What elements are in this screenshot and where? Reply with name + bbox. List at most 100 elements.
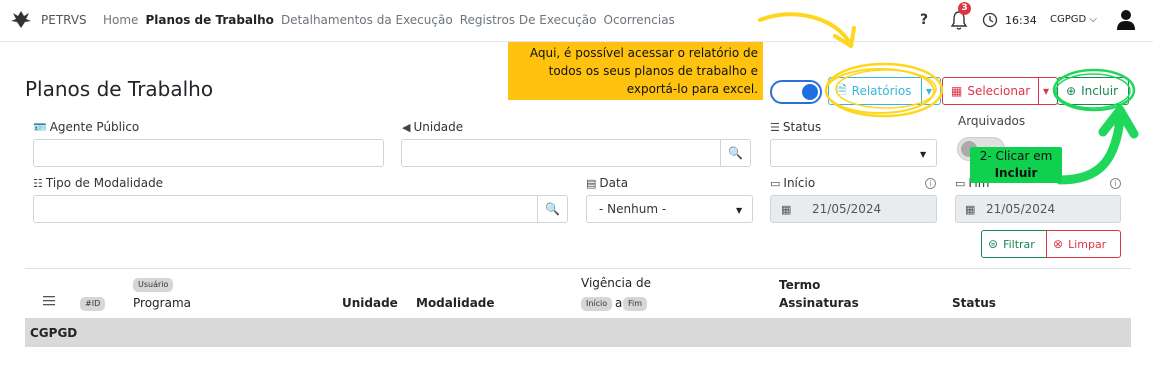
- add-button[interactable]: ⊕ Incluir: [1057, 77, 1129, 105]
- id-badge[interactable]: #ID: [80, 297, 106, 311]
- select-button[interactable]: ▦ Selecionar: [942, 77, 1039, 105]
- clock-icon: [982, 12, 998, 28]
- callout-line-bold: Incluir: [994, 166, 1038, 180]
- callout-line: exportá-lo para excel.: [626, 82, 758, 96]
- unit-label: ◀ Unidade: [402, 120, 463, 134]
- list-icon[interactable]: [43, 296, 55, 306]
- status-select[interactable]: [770, 139, 937, 167]
- callout-line: Aqui, é possível acessar o relatório de: [529, 46, 758, 60]
- column-header-unit[interactable]: Unidade: [342, 296, 398, 310]
- document-icon: 🗎: [837, 82, 847, 97]
- unit-selector[interactable]: CGPGD ⌵: [1050, 14, 1097, 25]
- x-circle-icon: ⊗: [1053, 237, 1064, 251]
- search-icon: 🔍: [728, 146, 743, 160]
- column-header-signatures[interactable]: Assinaturas: [779, 296, 859, 310]
- info-icon[interactable]: i: [1110, 115, 1121, 126]
- nav-item-planos-de-trabalho[interactable]: Planos de Trabalho: [145, 13, 274, 27]
- column-header-term[interactable]: Termo: [779, 278, 820, 292]
- chevron-down-icon: ⌵: [1089, 14, 1097, 25]
- calendar-icon: ▭: [955, 177, 966, 190]
- calendar-icon: ▭: [770, 177, 781, 190]
- agent-label-text: Agente Público: [49, 120, 140, 134]
- status-label-text: Status: [782, 120, 822, 134]
- nav-item-detalhamentos[interactable]: Detalhamentos da Execução: [281, 13, 453, 27]
- agent-input[interactable]: [33, 139, 384, 167]
- info-icon[interactable]: i: [925, 178, 936, 189]
- nav-item-ocorrencias[interactable]: Ocorrencias: [604, 13, 675, 27]
- filter-button-label: Filtrar: [1003, 237, 1035, 251]
- clear-button-label: Limpar: [1068, 237, 1107, 251]
- status-caret-icon: ▼: [920, 150, 927, 159]
- nav-item-home[interactable]: Home: [103, 13, 138, 27]
- calendar-list-icon: ▤: [586, 177, 597, 190]
- date-label: ▤ Data: [586, 176, 628, 190]
- callout-line: todos os seus planos de trabalho e: [548, 64, 758, 78]
- help-icon[interactable]: ?: [920, 12, 928, 28]
- unit-search-button[interactable]: 🔍: [720, 139, 751, 167]
- unit-selector-label: CGPGD: [1050, 14, 1087, 25]
- calendar-icon: ▦: [781, 203, 792, 216]
- top-navbar: PETRVS Home Planos de Trabalho Detalhame…: [0, 0, 1153, 42]
- table-group-row[interactable]: CGPGD: [25, 318, 1131, 347]
- petrvs-logo-icon[interactable]: [10, 9, 32, 29]
- nav-item-registros[interactable]: Registros De Execução: [460, 13, 597, 27]
- agent-label: 🪪 Agente Público: [33, 120, 139, 134]
- modality-input[interactable]: [33, 195, 538, 223]
- id-card-icon: 🪪: [33, 121, 47, 134]
- send-icon: ◀: [402, 121, 411, 134]
- reports-dropdown-button[interactable]: ▾: [921, 77, 941, 105]
- toggle-knob: [802, 84, 818, 100]
- table-divider: [25, 268, 1131, 269]
- callout-line: 2- Clicar em: [979, 149, 1053, 163]
- column-header-program[interactable]: Programa: [133, 296, 191, 310]
- unit-label-text: Unidade: [413, 120, 464, 134]
- brand-name[interactable]: PETRVS: [41, 13, 87, 27]
- column-header-validity[interactable]: Vigência de: [581, 276, 651, 290]
- date-select-value: - Nenhum -: [599, 202, 667, 216]
- reports-tutorial-callout: Aqui, é possível acessar o relatório de …: [508, 42, 763, 100]
- reports-button[interactable]: 🗎 Relatórios: [828, 77, 922, 105]
- group-label: CGPGD: [30, 326, 78, 340]
- plus-circle-icon: ⊕: [1066, 84, 1077, 98]
- modality-label-text: Tipo de Modalidade: [45, 176, 164, 190]
- clear-button[interactable]: ⊗ Limpar: [1046, 230, 1121, 258]
- info-icon[interactable]: i: [1110, 178, 1121, 189]
- grid-select-icon: ▦: [951, 84, 963, 98]
- user-avatar-icon[interactable]: [1116, 9, 1136, 31]
- start-date-value: 21/05/2024: [812, 202, 882, 216]
- search-icon: 🔍: [545, 202, 560, 216]
- list-icon: ☰: [770, 121, 780, 134]
- modality-label: ☷ Tipo de Modalidade: [33, 176, 163, 190]
- reports-button-label: Relatórios: [851, 84, 912, 98]
- date-caret-icon: ▼: [736, 206, 743, 215]
- view-toggle[interactable]: [770, 80, 822, 104]
- start-label: ▭ Início: [770, 176, 815, 190]
- column-header-modality[interactable]: Modalidade: [416, 296, 495, 310]
- filter-circle-icon: ⊜: [988, 237, 999, 251]
- column-header-status[interactable]: Status: [952, 296, 996, 310]
- select-dropdown-button[interactable]: ▾: [1038, 77, 1058, 105]
- validity-end-badge[interactable]: Fim: [623, 297, 648, 311]
- clock-time: 16:34: [1005, 14, 1037, 27]
- list-tree-icon: ☷: [33, 177, 43, 190]
- unit-input[interactable]: [401, 139, 721, 167]
- validity-separator: a: [615, 296, 623, 310]
- notification-count-badge: 3: [958, 2, 971, 15]
- main-menu: Home Planos de Trabalho Detalhamentos da…: [103, 13, 682, 27]
- modality-search-button[interactable]: 🔍: [537, 195, 568, 223]
- validity-start-badge[interactable]: Início: [581, 297, 613, 311]
- filter-button[interactable]: ⊜ Filtrar: [981, 230, 1047, 258]
- end-date-value: 21/05/2024: [986, 202, 1056, 216]
- add-button-label: Incluir: [1081, 84, 1119, 98]
- calendar-icon: ▦: [965, 203, 976, 216]
- user-badge[interactable]: Usuário: [133, 278, 174, 292]
- status-label: ☰ Status: [770, 120, 821, 134]
- caret-down-icon: ▾: [926, 84, 933, 98]
- add-tutorial-callout: 2- Clicar em Incluir: [970, 147, 1062, 183]
- date-label-text: Data: [599, 176, 629, 190]
- page-title: Planos de Trabalho: [25, 77, 214, 101]
- select-button-label: Selecionar: [967, 84, 1031, 98]
- archived-label: Arquivados: [958, 114, 1026, 128]
- start-label-text: Início: [783, 176, 816, 190]
- caret-down-icon: ▾: [1043, 84, 1050, 98]
